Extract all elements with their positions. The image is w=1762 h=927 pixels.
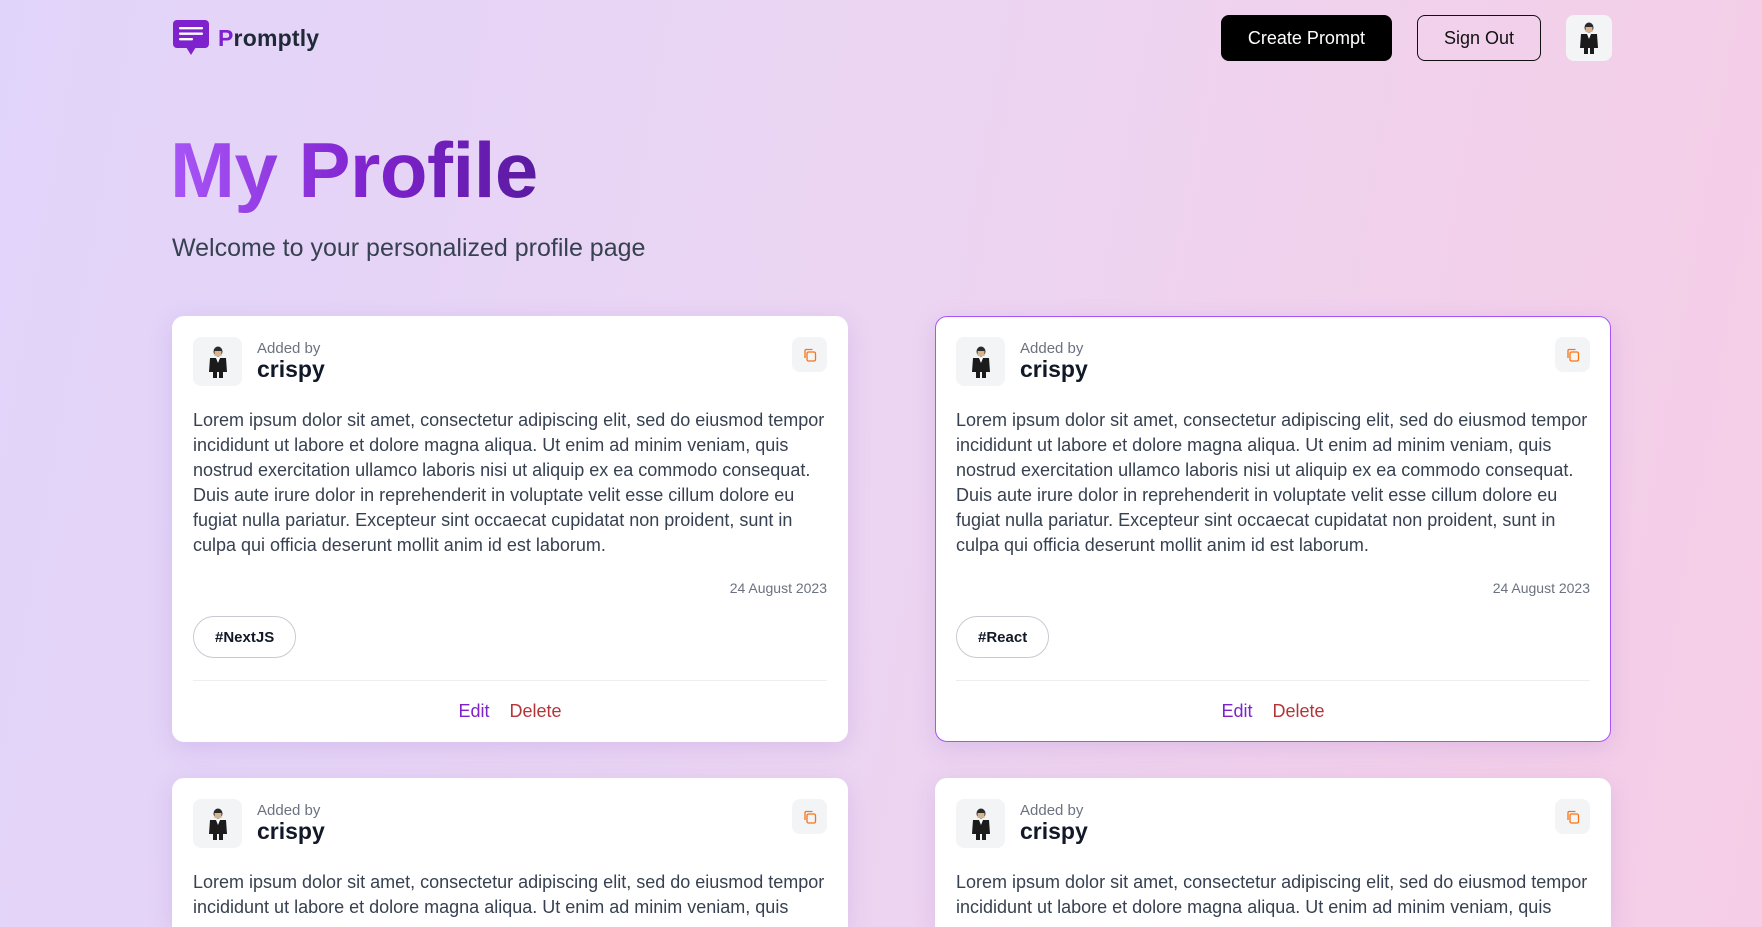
prompt-date: 24 August 2023 [1492,580,1590,596]
user-avatar-icon [1580,22,1598,54]
author-avatar [193,337,242,386]
prompt-card: Added by crispy Lorem ipsum dolor sit am… [935,316,1611,742]
copy-icon [1566,348,1579,362]
user-avatar-icon [208,808,227,840]
author-text: Added by crispy [257,339,325,383]
prompt-date: 24 August 2023 [729,580,827,596]
navbar: Promptly Create Prompt Sign Out [172,14,1612,62]
copy-button[interactable] [792,337,827,372]
user-avatar-icon [971,808,990,840]
prompt-text: Lorem ipsum dolor sit amet, consectetur … [193,410,825,555]
nav-actions: Create Prompt Sign Out [1220,15,1612,61]
user-avatar-icon [971,346,990,378]
author-info[interactable]: Added by crispy [193,337,325,386]
card-actions: Edit Delete [956,680,1590,741]
author-text: Added by crispy [1020,339,1088,383]
card-header: Added by crispy [956,337,1590,386]
added-by-label: Added by [257,339,321,357]
card-header: Added by crispy [956,799,1590,848]
brand-name: Promptly [218,24,320,51]
create-prompt-button[interactable]: Create Prompt [1220,15,1392,61]
copy-button[interactable] [792,799,827,834]
profile-avatar-button[interactable] [1566,15,1612,61]
author-avatar [193,799,242,848]
card-header: Added by crispy [193,337,827,386]
prompt-card: Added by crispy Lorem ipsum dolor sit am… [935,778,1611,927]
chat-bubble-icon [173,20,209,55]
author-info[interactable]: Added by crispy [956,799,1088,848]
copy-icon [803,810,816,824]
copy-button[interactable] [1555,799,1590,834]
prompt-card: Added by crispy Lorem ipsum dolor sit am… [172,778,848,927]
copy-icon [803,348,816,362]
prompt-card: Added by crispy Lorem ipsum dolor sit am… [172,316,848,742]
author-info[interactable]: Added by crispy [956,337,1088,386]
added-by-label: Added by [1020,801,1084,819]
card-actions: Edit Delete [193,680,827,741]
added-by-label: Added by [257,801,321,819]
author-avatar [956,799,1005,848]
added-by-label: Added by [1020,339,1084,357]
brand-link[interactable]: Promptly [172,19,319,57]
author-text: Added by crispy [1020,801,1088,845]
page-subtitle: Welcome to your personalized profile pag… [172,234,646,262]
tag-badge[interactable]: #React [956,616,1050,658]
copy-button[interactable] [1555,337,1590,372]
author-text: Added by crispy [257,801,325,845]
author-name: crispy [1020,356,1088,383]
author-name: crispy [257,818,325,845]
edit-button[interactable]: Edit [1221,701,1252,722]
prompt-text: Lorem ipsum dolor sit amet, consectetur … [193,872,825,917]
prompt-text: Lorem ipsum dolor sit amet, consectetur … [956,410,1588,555]
tag-badge[interactable]: #NextJS [193,616,297,658]
user-avatar-icon [208,346,227,378]
author-name: crispy [1020,818,1088,845]
page-title: My Profile [170,126,538,214]
delete-button[interactable]: Delete [510,701,562,722]
sign-out-button[interactable]: Sign Out [1416,15,1541,61]
author-avatar [956,337,1005,386]
author-info[interactable]: Added by crispy [193,799,325,848]
copy-icon [1566,810,1579,824]
delete-button[interactable]: Delete [1273,701,1325,722]
author-name: crispy [257,356,325,383]
card-header: Added by crispy [193,799,827,848]
edit-button[interactable]: Edit [458,701,489,722]
prompt-text: Lorem ipsum dolor sit amet, consectetur … [956,872,1588,917]
